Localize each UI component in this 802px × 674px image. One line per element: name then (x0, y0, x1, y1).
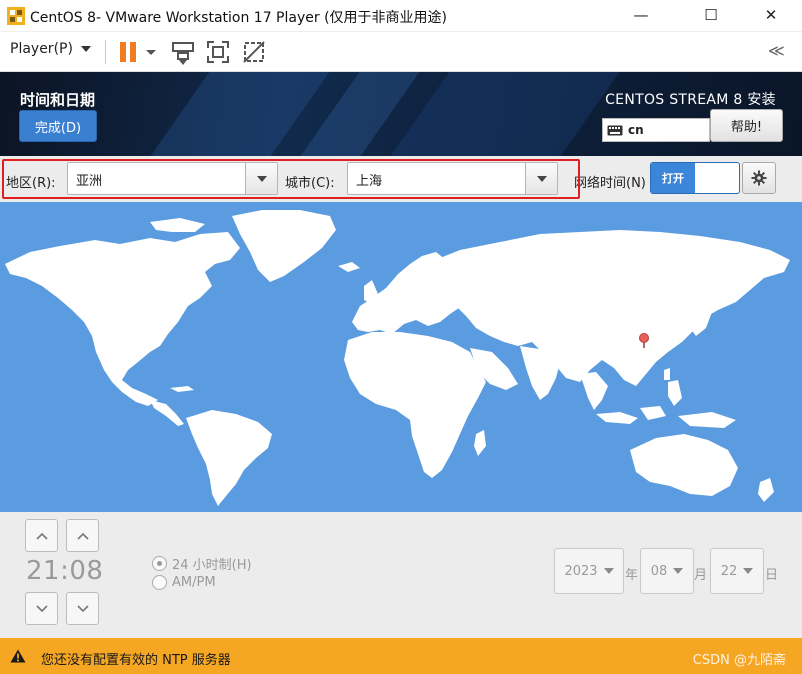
network-time-switch-on-label: 打开 (651, 163, 695, 193)
player-menu[interactable]: Player(P) (10, 41, 91, 57)
network-time-switch[interactable]: 打开 (650, 162, 740, 194)
help-button[interactable]: 帮助! (710, 109, 783, 142)
radio-selected-icon (152, 556, 167, 571)
pause-dropdown-icon[interactable] (143, 39, 159, 65)
network-time-label: 网络时间(N) (574, 176, 646, 191)
minimize-icon: — (633, 6, 649, 24)
installer-header: 时间和日期 完成(D) CENTOS STREAM 8 安装 (0, 72, 802, 156)
gear-icon (751, 170, 767, 186)
format-24h-radio[interactable]: 24 小时制(H) (152, 554, 252, 573)
ntp-warning-message: 您还没有配置有效的 NTP 服务器 (41, 653, 231, 668)
format-ampm-label: AM/PM (172, 575, 216, 590)
product-name: CENTOS STREAM 8 安装 (605, 92, 776, 108)
maximize-button[interactable]: ☐ (688, 0, 734, 30)
format-ampm-radio[interactable]: AM/PM (152, 575, 216, 590)
year-value: 2023 (564, 563, 598, 579)
month-value: 08 (650, 563, 668, 579)
day-value: 22 (720, 563, 738, 579)
minimize-button[interactable]: — (618, 0, 664, 30)
watermark: CSDN @九陌斋 (692, 653, 786, 668)
timezone-map[interactable] (0, 202, 802, 512)
chevron-up-icon (35, 532, 48, 540)
keyboard-layout-label: cn (628, 123, 644, 137)
close-window-button[interactable]: ✕ (748, 0, 794, 30)
month-unit-label: 月 (694, 568, 708, 583)
maximize-icon: ☐ (704, 6, 718, 24)
year-unit-label: 年 (625, 568, 639, 583)
unity-mode-icon[interactable] (241, 39, 267, 65)
chevron-down-icon (743, 568, 754, 574)
close-icon: ✕ (764, 6, 778, 24)
ntp-warning-bar: 您还没有配置有效的 NTP 服务器 CSDN @九陌斋 (0, 638, 802, 674)
world-map-image (0, 202, 802, 506)
hours-down-button[interactable] (25, 592, 58, 625)
highlight-box (2, 159, 580, 199)
keyboard-icon (607, 125, 623, 135)
toolbar-divider (105, 40, 106, 64)
time-display: 21:08 (26, 556, 104, 586)
page-title: 时间和日期 (20, 91, 96, 109)
day-unit-label: 日 (765, 568, 779, 583)
chevron-down-icon (603, 568, 614, 574)
window-title: CentOS 8- VMware Workstation 17 Player (… (30, 10, 447, 26)
chevron-down-icon (673, 568, 684, 574)
send-ctrl-alt-del-icon[interactable] (170, 39, 196, 65)
chevron-down-icon (35, 604, 48, 612)
year-combobox[interactable]: 2023 (554, 548, 624, 594)
done-button[interactable]: 完成(D) (19, 110, 97, 142)
fullscreen-icon[interactable] (205, 39, 231, 65)
chevron-down-icon (76, 604, 89, 612)
day-combobox[interactable]: 22 (710, 548, 764, 594)
ntp-settings-button[interactable] (742, 162, 776, 194)
radio-unselected-icon (152, 575, 167, 590)
warning-icon (10, 649, 26, 663)
format-24h-label: 24 小时制(H) (172, 558, 252, 573)
minutes-down-button[interactable] (66, 592, 99, 625)
hours-up-button[interactable] (25, 519, 58, 552)
month-combobox[interactable]: 08 (640, 548, 694, 594)
player-toolbar: Player(P) ≪ (0, 32, 802, 72)
chevron-up-icon (76, 532, 89, 540)
chevron-down-icon (80, 46, 91, 52)
minutes-up-button[interactable] (66, 519, 99, 552)
collapse-toolbar-icon[interactable]: ≪ (768, 41, 785, 60)
vmware-logo-icon (7, 7, 25, 25)
keyboard-layout-indicator[interactable]: cn (602, 118, 710, 142)
player-menu-label: Player(P) (10, 41, 73, 57)
window-title-bar: CentOS 8- VMware Workstation 17 Player (… (0, 0, 802, 32)
pause-icon[interactable] (116, 39, 142, 65)
